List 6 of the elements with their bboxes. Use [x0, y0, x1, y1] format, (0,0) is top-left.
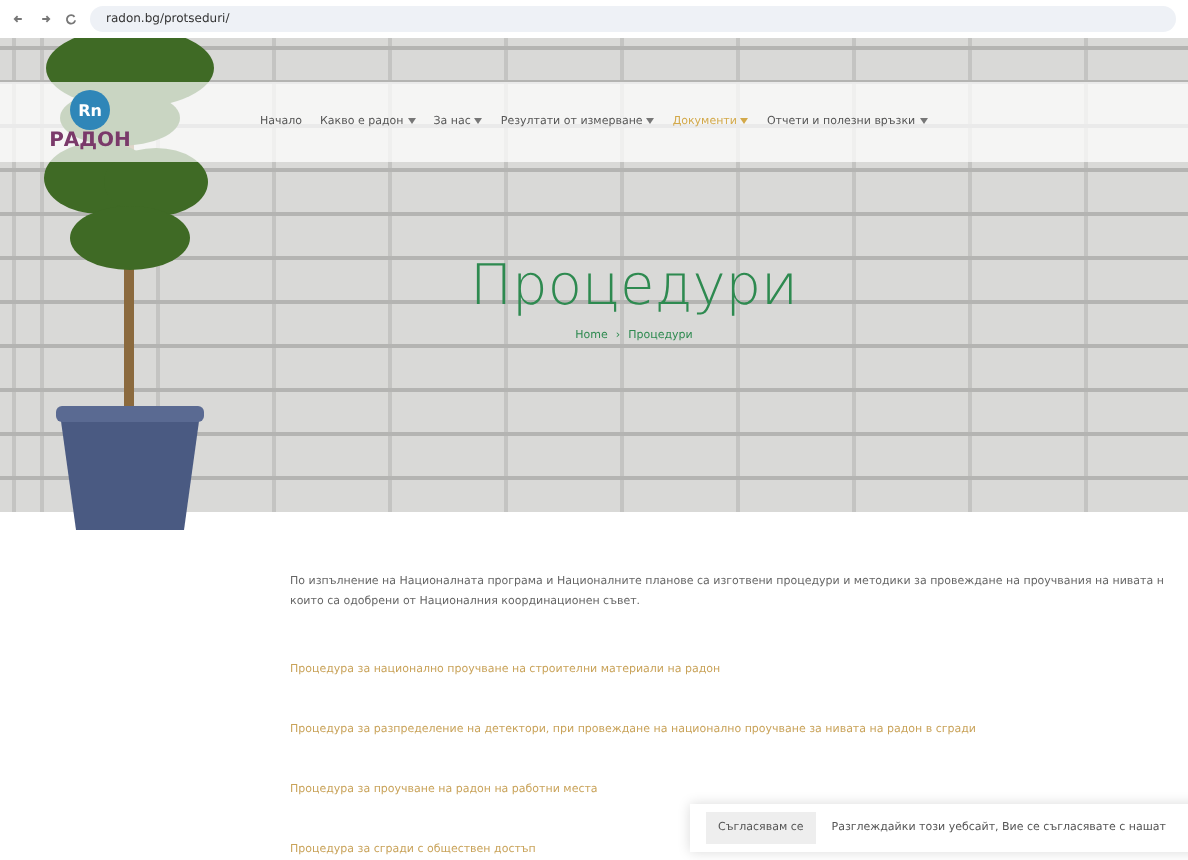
nav-icon[interactable]: [64, 11, 78, 26]
nav-icon[interactable]: [12, 11, 26, 26]
logo-text: РАДОН: [49, 130, 131, 153]
logo-badge: Rn: [70, 90, 110, 131]
page-title: Процедури: [470, 251, 798, 318]
nav-icon[interactable]: [38, 11, 52, 26]
